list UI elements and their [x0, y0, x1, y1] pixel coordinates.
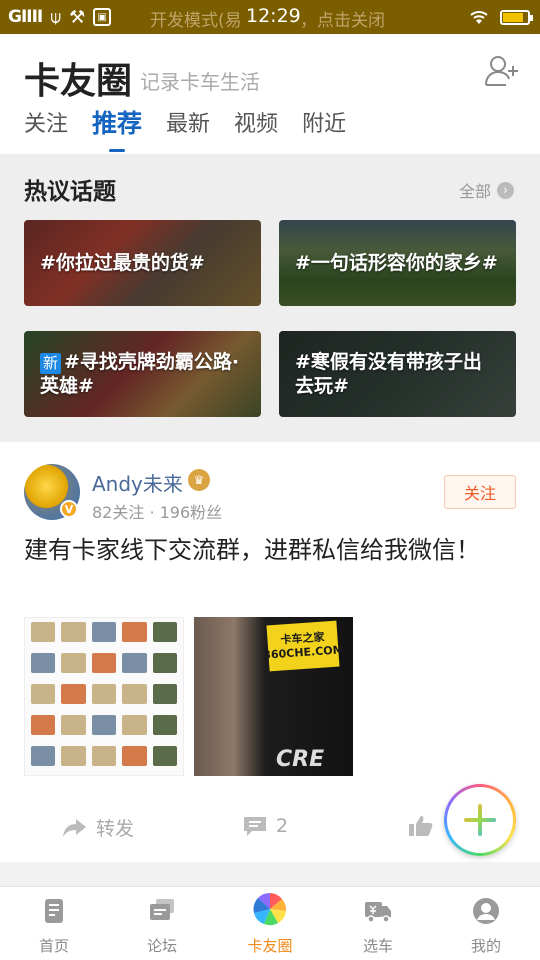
nav-label: 卡友圈 [247, 937, 293, 955]
image-tile [152, 653, 177, 673]
hot-topics-title: 热议话题 [24, 179, 116, 205]
image-tile [31, 715, 56, 735]
comment-count: 2 [276, 815, 289, 837]
verified-badge: V [60, 500, 78, 518]
image-tile [61, 746, 86, 766]
image-tile [61, 622, 86, 642]
nav-choose-truck[interactable]: 选车 [338, 897, 418, 956]
bottle-label: 卡车之家 360CHE.COM [263, 620, 344, 672]
pinwheel-icon [253, 892, 287, 926]
nav-label: 首页 [38, 937, 69, 955]
nav-label: 选车 [362, 937, 393, 955]
post-author-stats: 82关注 · 196粉丝 [92, 503, 223, 522]
image-tile [91, 653, 117, 673]
image-tile [31, 746, 56, 766]
follow-button[interactable]: 关注 [444, 475, 516, 509]
thumbs-up-icon [409, 816, 433, 836]
image-tile [152, 622, 177, 642]
dev-mode-notice[interactable]: 开发模式(易 [150, 6, 242, 31]
create-post-button[interactable] [444, 784, 516, 856]
dev-mode-notice-tail[interactable]: ，点击关闭 [300, 6, 385, 31]
hot-topics-section: 热议话题 全部 › #你拉过最贵的货# #一句话形容你的家乡# 新 #寻找壳牌劲霸… [0, 154, 540, 442]
image-tile [152, 684, 177, 704]
truck-icon [365, 902, 391, 923]
comment-icon [244, 817, 266, 836]
chat-icon [150, 899, 174, 920]
plus-icon [464, 804, 496, 836]
post-author-name[interactable]: Andy未来 [92, 468, 183, 497]
new-badge: 新 [40, 353, 62, 374]
comment-button[interactable]: 2 [242, 814, 288, 838]
user-icon [473, 898, 499, 924]
topic-card-label: #寒假有没有带孩子出去玩# [295, 351, 482, 397]
post-text: 建有卡家线下交流群，进群私信给我微信！ [24, 536, 480, 564]
image-tile [152, 746, 177, 766]
share-icon [63, 818, 86, 837]
image-tile [61, 653, 86, 673]
wifi-icon [470, 11, 488, 24]
app-notification-icon: ▣ [93, 8, 112, 26]
page-subtitle: 记录卡车生活 [140, 70, 260, 94]
tab-nearby[interactable]: 附近 [302, 106, 346, 152]
usb-icon: ⍦ [50, 6, 62, 28]
nav-truck-circle[interactable]: 卡友圈 [230, 892, 310, 956]
topic-card-label: #寻找壳牌劲霸公路·英雄# [40, 351, 240, 397]
topic-card-label: #你拉过最贵的货# [40, 252, 205, 274]
topic-card[interactable]: #你拉过最贵的货# [24, 220, 261, 306]
image-tile [152, 715, 177, 735]
see-all-label: 全部 [458, 182, 491, 201]
topic-card[interactable]: #寒假有没有带孩子出去玩# [279, 331, 516, 417]
tools-icon: ⚒ [69, 6, 86, 28]
like-button[interactable] [408, 814, 434, 838]
nav-label: 论坛 [146, 937, 177, 955]
image-tile [61, 684, 86, 704]
see-all-topics-link[interactable]: 全部 › [459, 178, 514, 202]
image-tile [122, 622, 147, 642]
document-icon [45, 899, 63, 923]
image-tile [31, 653, 56, 673]
battery-icon [500, 9, 533, 25]
bottle-logo: CRE [276, 747, 325, 772]
bottom-nav: 首页 论坛 卡友圈 选车 我的 [0, 886, 540, 960]
image-tile [122, 684, 147, 704]
header: 卡友圈 记录卡车生活 关注 推荐 最新 视频 附近 [0, 34, 540, 154]
image-tile [122, 653, 147, 673]
feed-tabs: 关注 推荐 最新 视频 附近 [24, 106, 346, 152]
fab-inner [447, 787, 513, 853]
topic-card[interactable]: #一句话形容你的家乡# [279, 220, 516, 306]
page-title: 卡友圈 [24, 60, 133, 102]
nav-profile[interactable]: 我的 [446, 897, 526, 956]
nav-home[interactable]: 首页 [14, 897, 94, 956]
status-time: 12:29 [246, 5, 301, 27]
signal-indicator: GIIII [8, 7, 43, 27]
section-divider [0, 862, 540, 886]
tab-video[interactable]: 视频 [234, 106, 278, 152]
nav-label: 我的 [470, 937, 501, 955]
post-image-screenshot[interactable] [24, 617, 184, 776]
tab-latest[interactable]: 最新 [166, 106, 210, 152]
share-label: 转发 [96, 818, 135, 840]
topic-card-label-wrap: 新 #寻找壳牌劲霸公路·英雄# [40, 350, 245, 398]
share-button[interactable]: 转发 [62, 814, 134, 841]
topic-card-label: #一句话形容你的家乡# [295, 252, 498, 274]
crown-icon: ♛ [188, 469, 210, 491]
post-image-photo[interactable]: 卡车之家 360CHE.COM CRE [194, 617, 353, 776]
image-tile [91, 684, 117, 704]
image-tile [91, 622, 117, 642]
status-bar: GIIII ⍦ ⚒ ▣ 开发模式(易 12:29 ，点击关闭 [0, 0, 540, 34]
tab-recommended[interactable]: 推荐 [92, 104, 142, 152]
tab-following[interactable]: 关注 [24, 106, 68, 152]
image-tile [91, 746, 117, 766]
add-friend-icon[interactable] [484, 54, 520, 88]
chevron-right-icon: › [497, 181, 514, 199]
image-tile [91, 715, 117, 735]
image-tile [31, 684, 56, 704]
image-tile [122, 746, 147, 766]
image-tile [61, 715, 86, 735]
image-tile [31, 622, 56, 642]
image-tile [122, 715, 147, 735]
topic-card[interactable]: 新 #寻找壳牌劲霸公路·英雄# [24, 331, 261, 417]
nav-forum[interactable]: 论坛 [122, 897, 202, 956]
